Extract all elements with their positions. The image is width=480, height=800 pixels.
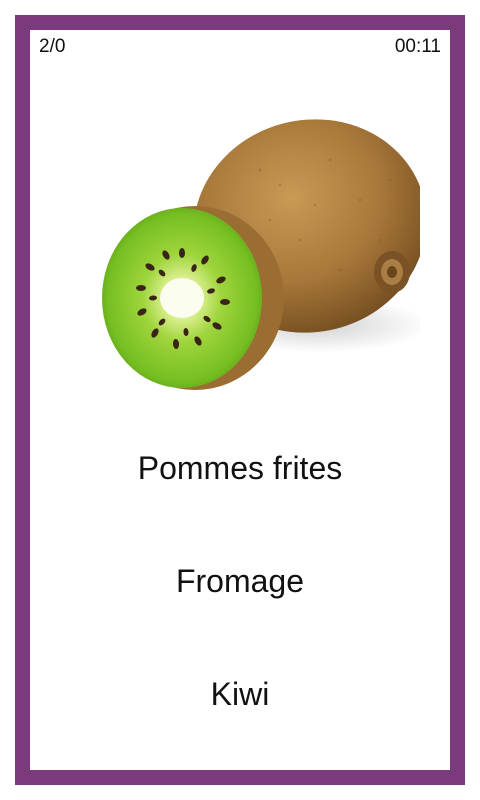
- halved-kiwi: [102, 206, 284, 390]
- answer-option-2[interactable]: Fromage: [30, 563, 450, 600]
- kiwi-fruit-image: [102, 119, 420, 390]
- score-counter: 2/0: [39, 36, 66, 57]
- answer-option-3[interactable]: Kiwi: [30, 676, 450, 713]
- quiz-frame: 2/0 00:11 Pommes frites Fromage Kiwi: [15, 15, 465, 785]
- quiz-image: [70, 90, 420, 410]
- answer-option-1[interactable]: Pommes frites: [30, 450, 450, 487]
- quiz-screen: 2/0 00:11 Pommes frites Fromage Kiwi: [0, 0, 480, 800]
- timer: 00:11: [394, 36, 441, 57]
